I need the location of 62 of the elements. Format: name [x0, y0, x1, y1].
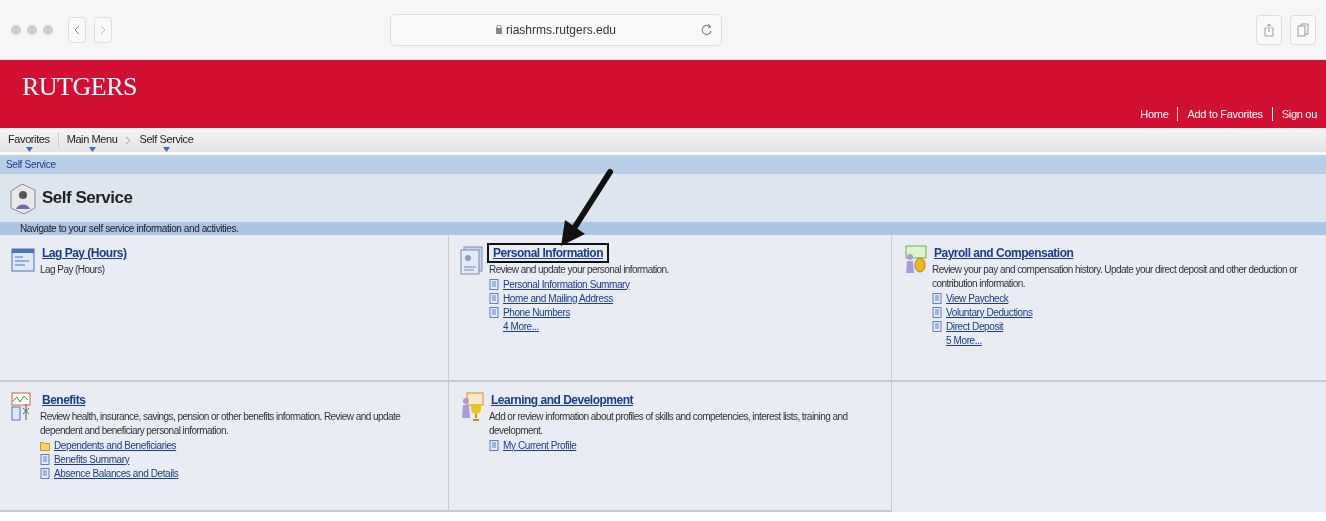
lock-icon [495, 25, 502, 34]
page-icon [40, 453, 50, 465]
dropdown-icon [163, 146, 171, 152]
header-link[interactable]: Add to Favorites [1177, 107, 1272, 121]
back-icon [74, 24, 80, 35]
page-icon [489, 278, 499, 290]
tile-description: Lag Pay (Hours) [40, 263, 105, 277]
dropdown-icon [25, 146, 33, 152]
logo-text: RUTGERS [22, 72, 137, 102]
page-icon [489, 292, 499, 304]
sublink[interactable]: Dependents and Beneficiaries [54, 439, 177, 451]
tile-title-link[interactable]: Learning and Development [489, 392, 636, 408]
tile-title-link[interactable]: Lag Pay (Hours) [40, 245, 129, 261]
forward-button[interactable] [94, 16, 112, 43]
nav-menu[interactable]: Favorites [6, 132, 52, 148]
page-icon [932, 320, 942, 332]
nav-menu[interactable]: Main Menu [64, 132, 120, 148]
nav-menu[interactable]: Self Service [137, 132, 196, 148]
sublink[interactable]: Phone Numbers [503, 306, 571, 318]
tile-title-link[interactable]: Benefits [40, 392, 88, 408]
id-card-icon [459, 245, 485, 275]
page-icon [932, 292, 942, 304]
tile-title-link[interactable]: Payroll and Compensation [932, 245, 1076, 261]
breadcrumb[interactable]: Self Service [6, 159, 56, 170]
sublink[interactable]: Home and Mailing Address [503, 292, 613, 304]
page-icon [932, 306, 942, 318]
sublink[interactable]: Voluntary Deductions [946, 306, 1033, 318]
list-window-icon [10, 245, 36, 275]
page-title: Self Service [42, 188, 133, 208]
sublink[interactable]: Benefits Summary [54, 453, 130, 465]
header-link[interactable]: Sign ou [1271, 107, 1326, 121]
page-description: Navigate to your self service information and activities. [20, 223, 239, 234]
address-bar[interactable]: riashrms.rutgers.edu [390, 13, 722, 46]
share-button[interactable] [1256, 14, 1282, 45]
sublink[interactable]: Direct Deposit [946, 320, 1004, 332]
sublink[interactable]: My Current Profile [503, 439, 577, 451]
person-coins-icon [902, 245, 928, 275]
sublink[interactable]: Personal Information Summary [503, 278, 630, 290]
forward-icon [100, 24, 106, 35]
back-button[interactable] [68, 16, 86, 43]
page-icon [40, 467, 50, 479]
dropdown-icon [89, 146, 97, 152]
chevron-icon [125, 135, 132, 145]
header-link[interactable]: Home [1131, 107, 1178, 121]
tile-description: Add or review information about profiles of skills and competencies, interest lists, training and development. [489, 410, 849, 438]
tabs-button[interactable] [1290, 14, 1316, 45]
folder-icon [40, 439, 50, 451]
tile-description: Review your pay and compensation history. Update your direct deposit and other deduction or contribution information. [932, 263, 1299, 291]
share-icon [1264, 22, 1274, 37]
page-icon [489, 439, 499, 451]
tile-description: Review health, insurance, savings, pension or other benefits information. Review and update dependent and beneficiary personal information. [40, 410, 402, 438]
sublink[interactable]: View Paycheck [946, 292, 1009, 304]
tabs-icon [1297, 22, 1309, 37]
tile-title-link[interactable]: Personal Information [489, 245, 608, 261]
reload-icon[interactable] [701, 22, 713, 37]
tile-description: Review and update your personal information. [489, 263, 669, 277]
sublink[interactable]: 4 More... [503, 320, 539, 332]
sublink[interactable]: Absence Balances and Details [54, 467, 179, 479]
person-trophy-icon [459, 392, 485, 422]
sublink[interactable]: 5 More... [946, 334, 982, 346]
self-service-icon [8, 181, 38, 215]
page-icon [489, 306, 499, 318]
